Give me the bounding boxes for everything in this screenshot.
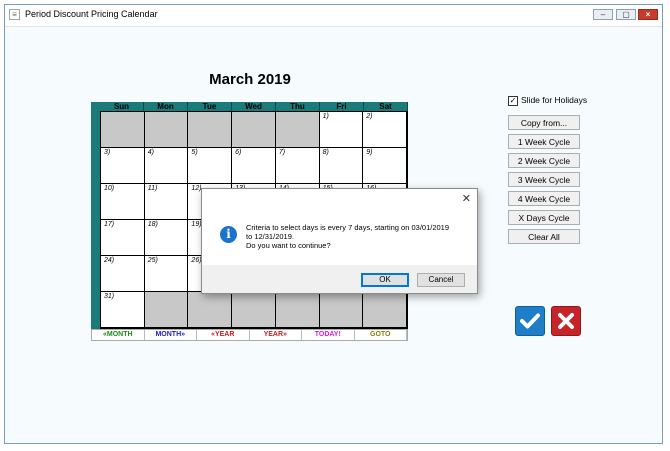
calendar-day-cell[interactable]: 1) (319, 112, 364, 148)
close-button[interactable]: × (638, 9, 658, 20)
nav-button[interactable]: «MONTH (92, 330, 145, 340)
month-title: March 2019 (209, 71, 291, 88)
check-icon (520, 313, 540, 329)
calendar-day-cell[interactable]: 5) (188, 148, 233, 184)
day-of-week-header-cell: Sun (100, 102, 144, 111)
sidebar-button[interactable]: Clear All (508, 229, 580, 244)
app-icon: ≡ (9, 9, 20, 20)
day-number: 31) (104, 293, 115, 300)
dialog-message-line: Criteria to select days is every 7 days,… (246, 223, 450, 232)
day-of-week-header-cell: Tue (188, 102, 232, 111)
calendar-day-cell[interactable]: 2) (363, 112, 407, 148)
nav-button[interactable]: YEAR» (250, 330, 302, 340)
calendar-day-cell[interactable]: 18) (144, 220, 189, 256)
x-icon (558, 313, 574, 329)
calendar-left-stripe (91, 102, 100, 329)
calendar-empty-cell (144, 112, 189, 148)
main-window: ≡ Period Discount Pricing Calendar – ▢ ×… (4, 4, 663, 444)
calendar-empty-cell (188, 292, 233, 328)
calendar-day-cell[interactable]: 4) (144, 148, 189, 184)
calendar-day-cell[interactable]: 3) (101, 148, 145, 184)
calendar-day-cell[interactable]: 9) (363, 148, 407, 184)
calendar-empty-cell (363, 292, 407, 328)
day-number: 6) (235, 149, 242, 156)
calendar-empty-cell (319, 292, 364, 328)
nav-button[interactable]: TODAY! (302, 330, 355, 340)
calendar-empty-cell (275, 292, 320, 328)
sidebar-button[interactable]: 2 Week Cycle (508, 153, 580, 168)
day-of-week-header: Sun Mon Tue Wed Thu Fri Sat (100, 102, 408, 111)
maximize-button[interactable]: ▢ (616, 9, 636, 20)
calendar-day-cell[interactable]: 24) (101, 256, 145, 292)
calendar-empty-cell (232, 112, 276, 148)
day-of-week-header-cell: Sat (364, 102, 408, 111)
dialog-footer: OK Cancel (202, 265, 477, 293)
calendar-day-cell[interactable]: 11) (144, 184, 189, 220)
window-content: March 2019 Sun Mon Tue Wed Thu Fri Sat 1) 2) 3) 4… (5, 27, 662, 443)
cancel-action-button[interactable] (551, 306, 581, 336)
window-title: Period Discount Pricing Calendar (25, 9, 158, 19)
day-number: 2) (366, 113, 373, 120)
sidebar-button[interactable]: 4 Week Cycle (508, 191, 580, 206)
calendar-empty-cell (275, 112, 320, 148)
day-number: 3) (104, 149, 111, 156)
calendar-day-cell[interactable]: 10) (101, 184, 145, 220)
day-number: 25) (147, 257, 158, 264)
calendar-day-cell[interactable]: 7) (275, 148, 320, 184)
day-of-week-header-cell: Mon (144, 102, 188, 111)
calendar-day-cell[interactable]: 6) (232, 148, 276, 184)
sidebar-button[interactable]: 3 Week Cycle (508, 172, 580, 187)
dialog-cancel-button[interactable]: Cancel (417, 273, 465, 287)
day-number: 10) (104, 185, 115, 192)
calendar-empty-cell (101, 112, 145, 148)
day-number: 18) (147, 221, 158, 228)
sidebar-button[interactable]: X Days Cycle (508, 210, 580, 225)
dialog-message-line: Do you want to continue? (246, 241, 331, 250)
checkbox-box[interactable]: ✓ (508, 95, 518, 106)
dialog-ok-button[interactable]: OK (361, 273, 409, 287)
day-number: 8) (322, 149, 329, 156)
slide-for-holidays-checkbox[interactable]: ✓ Slide for Holidays (508, 95, 587, 106)
calendar-day-cell[interactable]: 8) (319, 148, 364, 184)
day-of-week-header-cell: Thu (276, 102, 320, 111)
calendar-day-cell[interactable]: 17) (101, 220, 145, 256)
nav-button[interactable]: «YEAR (197, 330, 250, 340)
nav-button[interactable]: GOTO (355, 330, 407, 340)
sidebar-button[interactable]: 1 Week Cycle (508, 134, 580, 149)
confirm-button[interactable] (515, 306, 545, 336)
day-number: 24) (104, 257, 115, 264)
day-number: 9) (366, 149, 373, 156)
day-of-week-header-cell: Wed (232, 102, 276, 111)
slide-for-holidays-label: Slide for Holidays (521, 95, 588, 105)
dialog-message-line: to 12/31/2019. (246, 232, 294, 241)
day-number: 11) (147, 185, 158, 192)
calendar-day-cell[interactable]: 31) (101, 292, 145, 328)
day-number: 17) (104, 221, 115, 228)
calendar-nav-bar: «MONTH MONTH» «YEAR YEAR» TODAY! GOTO (91, 329, 408, 341)
nav-button[interactable]: MONTH» (145, 330, 197, 340)
day-number: 5) (191, 149, 198, 156)
day-number: 1) (322, 113, 329, 120)
day-number: 4) (147, 149, 154, 156)
day-of-week-header-cell: Fri (320, 102, 364, 111)
calendar-day-cell[interactable]: 25) (144, 256, 189, 292)
calendar-empty-cell (232, 292, 276, 328)
confirm-dialog: ✕ i Criteria to select days is every 7 d… (201, 188, 478, 294)
day-number: 7) (278, 149, 286, 156)
info-icon: i (220, 226, 237, 243)
calendar-empty-cell (188, 112, 233, 148)
sidebar-button[interactable]: Copy from... (508, 115, 580, 130)
title-bar[interactable]: ≡ Period Discount Pricing Calendar – ▢ × (5, 5, 662, 27)
dialog-message: Criteria to select days is every 7 days,… (246, 223, 470, 250)
calendar-empty-cell (144, 292, 189, 328)
minimize-button[interactable]: – (593, 9, 613, 20)
dialog-close-icon[interactable]: ✕ (462, 192, 471, 205)
